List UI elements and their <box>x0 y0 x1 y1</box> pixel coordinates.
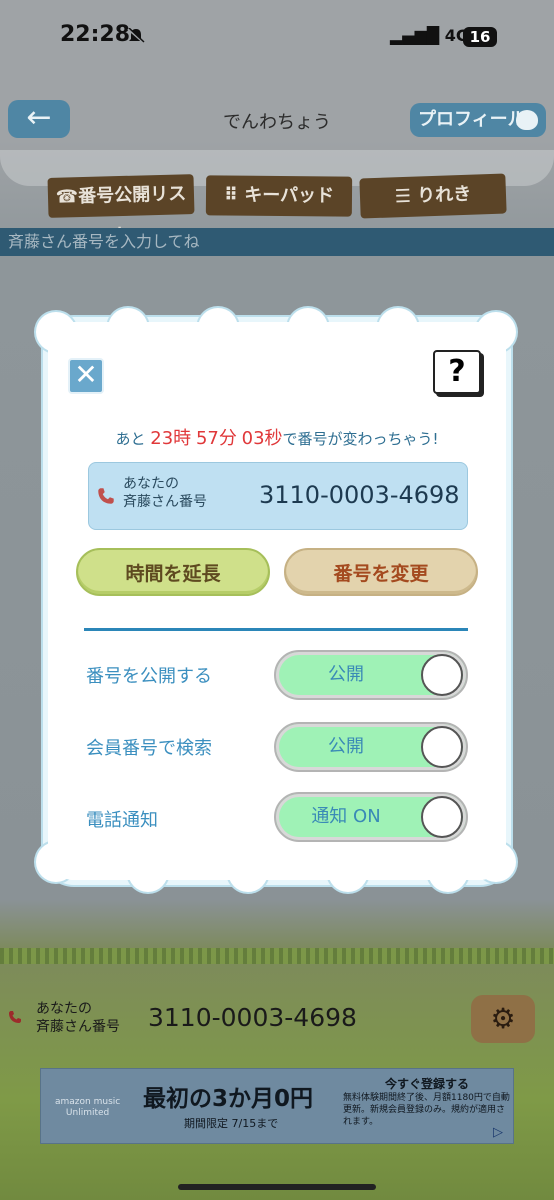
countdown-prefix: あと <box>115 430 146 448</box>
list-icon: ☰ <box>394 185 412 208</box>
tab-public-list[interactable]: ☎番号公開リスト <box>47 174 195 246</box>
modal-body: ✕ ? あと 23時 57分 03秒で番号が変わっちゃう! あなたの 斉藤さん番… <box>48 322 506 880</box>
countdown-seconds-unit: 秒 <box>264 428 283 449</box>
tab-label: りれき <box>416 183 472 207</box>
gear-icon: ⚙ <box>490 1002 516 1035</box>
keypad-icon: ⠿ <box>223 184 239 206</box>
bottom-label-line1: あなたの <box>36 1001 92 1017</box>
countdown-text: あと 23時 57分 03秒で番号が変わっちゃう! <box>48 424 506 450</box>
ad-choices-icon[interactable]: ▷ <box>493 1125 509 1141</box>
number-modal: ✕ ? あと 23時 57分 03秒で番号が変わっちゃう! あなたの 斉藤さん番… <box>36 308 516 892</box>
ad-cta: 今すぐ登録する <box>385 1077 470 1091</box>
tab-label: キーパッド <box>244 184 335 207</box>
toggle-knob <box>421 726 463 768</box>
cat-icon <box>516 110 538 130</box>
close-button[interactable]: ✕ <box>68 358 104 394</box>
bottom-label-line2: 斉藤さん番号 <box>36 1019 120 1035</box>
toggle-knob <box>421 796 463 838</box>
toggle-knob <box>421 654 463 696</box>
setting-label-publish: 番号を公開する <box>86 666 212 687</box>
toggle-text: 公開 <box>328 664 364 685</box>
phone-number-box: あなたの 斉藤さん番号 3110-0003-4698 <box>88 462 468 530</box>
ad-brand: amazon music Unlimited <box>55 1097 120 1119</box>
countdown-minutes-unit: 分 <box>218 428 237 449</box>
help-button[interactable]: ? <box>433 350 481 394</box>
close-icon: ✕ <box>74 358 98 391</box>
setting-label-call-notify: 電話通知 <box>86 810 158 831</box>
tab-keypad[interactable]: ⠿ キーパッド <box>205 175 353 217</box>
signal-status: ▂▄▆█ 4G <box>390 26 469 45</box>
number-label: あなたの 斉藤さん番号 <box>123 475 207 511</box>
phone-icon <box>98 488 114 504</box>
tab-history[interactable]: ☰ りれき <box>359 173 507 219</box>
bottom-phone-number: 3110-0003-4698 <box>148 1003 357 1032</box>
settings-button[interactable]: ⚙ <box>471 995 535 1043</box>
grass-decoration <box>0 948 554 964</box>
ad-headline: 最初の3か月0円 <box>143 1086 314 1112</box>
ad-subtext: 期間限定 7/15まで <box>184 1117 279 1130</box>
ad-brand-name: amazon music <box>55 1097 121 1107</box>
battery-indicator: 16 <box>463 27 497 47</box>
countdown-hours-unit: 時 <box>173 428 192 449</box>
setting-label-member-search: 会員番号で検索 <box>86 738 212 759</box>
toggle-text: 通知 ON <box>311 806 381 827</box>
publish-number-toggle[interactable]: 公開 <box>274 650 468 700</box>
ad-banner[interactable]: amazon music Unlimited 最初の3か月0円 期間限定 7/1… <box>40 1068 514 1144</box>
bottom-number-label: あなたの 斉藤さん番号 <box>36 1000 120 1036</box>
divider <box>84 628 468 631</box>
bell-muted-icon <box>127 28 145 44</box>
phone-icon <box>9 1011 21 1023</box>
countdown-suffix: で番号が変わっちゃう! <box>282 430 439 448</box>
change-number-button[interactable]: 番号を変更 <box>284 548 478 596</box>
call-notify-toggle[interactable]: 通知 ON <box>274 792 468 842</box>
input-hint: 斉藤さん番号を入力してね <box>0 228 554 256</box>
member-search-toggle[interactable]: 公開 <box>274 722 468 772</box>
ad-brand-sub: Unlimited <box>65 1108 110 1118</box>
countdown-seconds: 03 <box>241 428 265 449</box>
ad-disclaimer: 無料体験期間終了後、月額1180円で自動更新。新規会員登録のみ。規約が適用されま… <box>343 1093 510 1127</box>
signal-bars-icon: ▂▄▆█ <box>390 26 440 45</box>
question-icon: ? <box>448 354 466 389</box>
countdown-minutes: 57 <box>195 428 219 449</box>
toggle-text: 公開 <box>328 736 364 757</box>
number-label-line1: あなたの <box>123 476 179 492</box>
phone-number: 3110-0003-4698 <box>259 481 460 509</box>
extend-time-button[interactable]: 時間を延長 <box>76 548 270 596</box>
status-time: 22:28 <box>60 22 131 47</box>
phone-icon: ☎ <box>55 186 79 208</box>
number-label-line2: 斉藤さん番号 <box>123 494 207 510</box>
home-indicator <box>178 1184 376 1190</box>
countdown-hours: 23 <box>150 428 174 449</box>
